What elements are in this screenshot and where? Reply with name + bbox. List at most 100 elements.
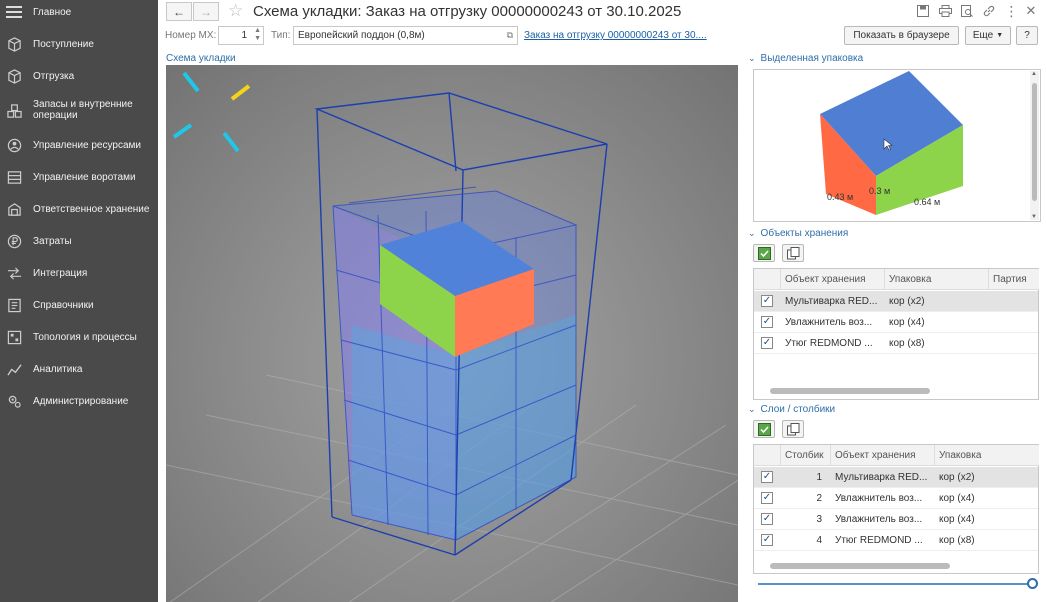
table-row[interactable]: ✓ 2 Увлажнитель воз... кор (x4) <box>754 488 1038 509</box>
sidebar-item-label: Аналитика <box>33 364 83 375</box>
pack-cell: кор (x4) <box>939 493 975 504</box>
resources-icon <box>6 137 22 153</box>
layer-slider-track[interactable] <box>758 583 1034 585</box>
stepper-arrows-icon[interactable]: ▲ ▼ <box>254 27 261 43</box>
open-copy-icon[interactable]: ⧉ <box>507 30 513 41</box>
3d-scene[interactable] <box>166 65 738 602</box>
save-icon[interactable] <box>916 4 930 18</box>
scroll-up-icon[interactable]: ▲ <box>1031 71 1037 77</box>
3d-pallet-viewport[interactable] <box>166 65 738 602</box>
object-cell: Увлажнитель воз... <box>835 493 923 504</box>
vertical-scrollbar[interactable]: ▲ ▼ <box>1030 71 1039 220</box>
scroll-down-icon[interactable]: ▼ <box>1031 214 1037 220</box>
arrow-right-icon: → <box>200 4 212 19</box>
storage-objects-table: Объект хранения Упаковка Партия ✓ Мульти… <box>753 268 1039 400</box>
row-checkbox[interactable]: ✓ <box>761 316 773 328</box>
chevron-down-icon: ⌄ <box>748 53 756 63</box>
pallet-type-field[interactable]: Европейский поддон (0,8м) ⧉ <box>293 26 518 45</box>
sidebar-item-resources[interactable]: Управление ресурсами <box>0 137 158 153</box>
column-header-object[interactable]: Объект хранения <box>781 269 885 290</box>
sidebar-item-costs[interactable]: Затраты <box>0 233 158 249</box>
sidebar-item-shipping[interactable]: Отгрузка <box>0 68 158 84</box>
sidebar-item-main[interactable]: Главное <box>0 4 158 20</box>
chevron-down-icon: ⌄ <box>748 228 756 238</box>
help-button[interactable]: ? <box>1016 26 1038 45</box>
order-link[interactable]: Заказ на отгрузку 00000000243 от 30.... <box>524 30 707 41</box>
sidebar-item-topology[interactable]: Топология и процессы <box>0 329 158 345</box>
mx-number-value: 1 <box>241 30 247 41</box>
sidebar-item-integration[interactable]: Интеграция <box>0 265 158 281</box>
check-all-icon <box>757 422 771 436</box>
selected-pack-preview[interactable]: 0.43 м 0.3 м 0.64 м ▲ ▼ <box>753 69 1041 222</box>
back-button[interactable]: ← <box>166 2 192 21</box>
show-in-browser-button[interactable]: Показать в браузере <box>844 26 959 45</box>
row-checkbox[interactable]: ✓ <box>761 492 773 504</box>
layer-slider-handle[interactable] <box>1027 578 1038 589</box>
scheme-section-label: Схема укладки <box>166 53 236 64</box>
layers-section[interactable]: ⌄ Слои / столбики <box>748 404 835 415</box>
table-row[interactable]: ✓ 3 Увлажнитель воз... кор (x4) <box>754 509 1038 530</box>
pack-cell: кор (x2) <box>939 472 975 483</box>
column-header-column[interactable]: Столбик <box>781 445 831 466</box>
layers-copy-button[interactable] <box>782 420 804 438</box>
sidebar-item-receiving[interactable]: Поступление <box>0 36 158 52</box>
sidebar-item-label: Ответственное хранение <box>33 204 150 215</box>
column-number-cell: 2 <box>816 493 822 504</box>
horizontal-scrollbar[interactable] <box>770 388 930 394</box>
sidebar-item-gates[interactable]: Управление воротами <box>0 169 158 185</box>
storage-copy-button[interactable] <box>782 244 804 262</box>
table-row[interactable]: ✓ Увлажнитель воз... кор (x4) <box>754 312 1038 333</box>
preview-search-icon[interactable] <box>960 4 974 18</box>
table-row[interactable]: ✓ Мультиварка RED... кор (x2) <box>754 291 1038 312</box>
sidebar-item-stock[interactable]: Запасы и внутренние операции <box>0 98 158 124</box>
column-header-object[interactable]: Объект хранения <box>831 445 935 466</box>
sidebar-item-custody[interactable]: Ответственное хранение <box>0 201 158 217</box>
object-cell: Мультиварка RED... <box>785 296 878 307</box>
row-checkbox[interactable]: ✓ <box>761 534 773 546</box>
link-icon[interactable] <box>982 4 996 18</box>
selected-pack-section[interactable]: ⌄ Выделенная упаковка <box>748 53 863 64</box>
print-icon[interactable] <box>938 4 952 18</box>
storage-objects-section[interactable]: ⌄ Объекты хранения <box>748 228 848 239</box>
copy-icon <box>786 246 799 259</box>
sidebar-item-label: Управление ресурсами <box>33 140 141 151</box>
pack-cell: кор (x2) <box>889 296 925 307</box>
pack-cell: кор (x8) <box>939 535 975 546</box>
more-button[interactable]: Еще ▼ <box>965 26 1011 45</box>
close-icon[interactable]: ✕ <box>1024 3 1038 18</box>
object-cell: Увлажнитель воз... <box>835 514 923 525</box>
sidebar-item-label: Справочники <box>33 300 94 311</box>
sidebar-item-label: Запасы и внутренние операции <box>33 99 133 121</box>
row-checkbox[interactable]: ✓ <box>761 513 773 525</box>
pack-cell: кор (x4) <box>939 514 975 525</box>
row-checkbox[interactable]: ✓ <box>761 337 773 349</box>
row-checkbox[interactable]: ✓ <box>761 471 773 483</box>
table-row[interactable]: ✓ Утюг REDMOND ... кор (x8) <box>754 333 1038 354</box>
object-cell: Утюг REDMOND ... <box>835 535 923 546</box>
object-cell: Увлажнитель воз... <box>785 317 873 328</box>
column-header-pack[interactable]: Упаковка <box>885 269 989 290</box>
row-checkbox[interactable]: ✓ <box>761 295 773 307</box>
mx-number-stepper[interactable]: 1 ▲ ▼ <box>218 26 264 45</box>
horizontal-scrollbar[interactable] <box>770 563 950 569</box>
column-header-check <box>754 269 781 290</box>
favorite-star-icon[interactable]: ☆ <box>228 1 243 21</box>
directory-icon <box>6 297 22 313</box>
column-header-pack[interactable]: Упаковка <box>935 445 1039 466</box>
dimension-height: 0.3 м <box>869 186 891 196</box>
object-cell: Утюг REDMOND ... <box>785 338 873 349</box>
sidebar-item-analytics[interactable]: Аналитика <box>0 361 158 377</box>
sidebar-item-admin[interactable]: Администрирование <box>0 393 158 409</box>
layers-select-all-button[interactable] <box>753 420 775 438</box>
sidebar-item-label: Главное <box>33 7 72 18</box>
sidebar-item-directories[interactable]: Справочники <box>0 297 158 313</box>
forward-button[interactable]: → <box>193 2 219 21</box>
scrollbar-thumb[interactable] <box>1032 83 1037 201</box>
table-row[interactable]: ✓ 4 Утюг REDMOND ... кор (x8) <box>754 530 1038 551</box>
storage-select-all-button[interactable] <box>753 244 775 262</box>
table-row[interactable]: ✓ 1 Мультиварка RED... кор (x2) <box>754 467 1038 488</box>
more-options-icon[interactable]: ⋮ <box>1004 3 1019 19</box>
arrow-left-icon: ← <box>173 4 185 19</box>
sidebar-item-label: Управление воротами <box>33 172 136 183</box>
column-header-batch[interactable]: Партия <box>989 269 1039 290</box>
